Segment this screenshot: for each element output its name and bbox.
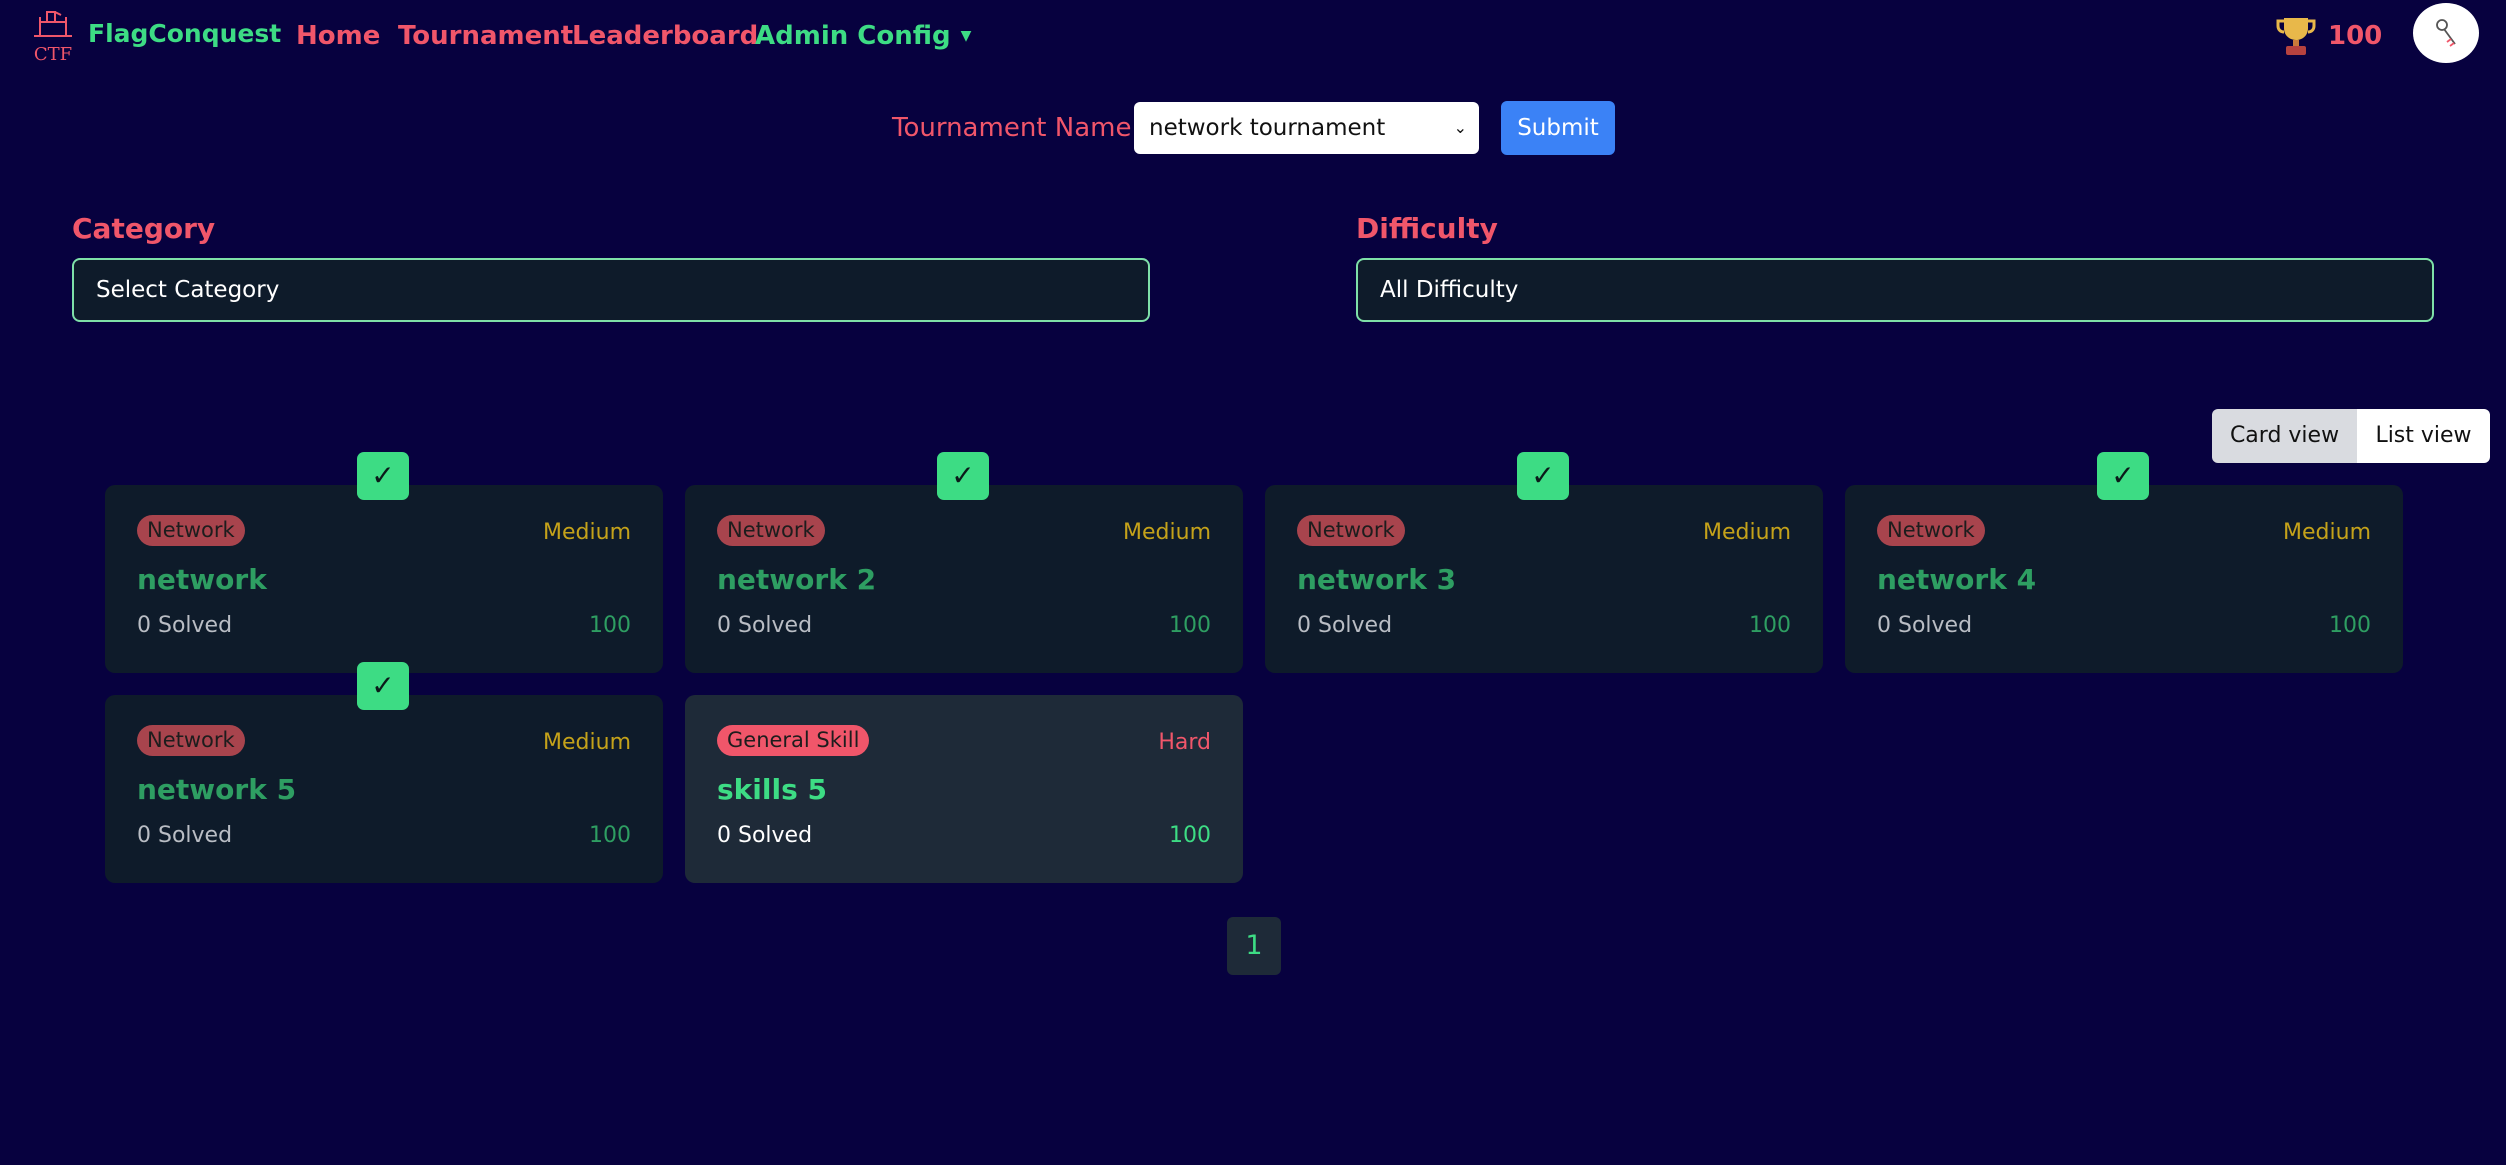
tournament-select[interactable]: network tournament ⌄ — [1134, 102, 1479, 154]
check-icon: ✓ — [1517, 452, 1569, 500]
difficulty-label: Medium — [2283, 520, 2371, 545]
card-view-button[interactable]: Card view — [2212, 409, 2357, 463]
trophy-icon — [2276, 18, 2316, 55]
challenge-title: skills 5 — [717, 773, 827, 806]
solved-count: 0 Solved — [1877, 613, 1973, 638]
nav-admin-config[interactable]: Admin Config ▼ — [755, 21, 971, 51]
navbar: CTF FlagConquest Home Tournament Leaderb… — [0, 0, 2506, 74]
challenge-points: 100 — [589, 823, 631, 848]
challenge-card[interactable]: Network Medium network 3 0 Solved 100 — [1265, 485, 1823, 673]
category-tag: Network — [1297, 515, 1405, 546]
caret-down-icon: ▼ — [960, 28, 972, 44]
challenge-points: 100 — [589, 613, 631, 638]
solved-count: 0 Solved — [137, 613, 233, 638]
category-tag: Network — [1877, 515, 1985, 546]
pagination-page-1[interactable]: 1 — [1227, 917, 1281, 975]
difficulty-label: Medium — [1703, 520, 1791, 545]
nav-admin-config-label: Admin Config — [755, 21, 951, 51]
challenge-points: 100 — [2329, 613, 2371, 638]
challenge-title: network — [137, 563, 267, 596]
solved-count: 0 Solved — [717, 613, 813, 638]
svg-text:CTF: CTF — [34, 44, 72, 64]
check-icon: ✓ — [357, 452, 409, 500]
challenge-points: 100 — [1749, 613, 1791, 638]
challenge-points: 100 — [1169, 613, 1211, 638]
difficulty-label: Hard — [1158, 730, 1211, 755]
avatar[interactable] — [2413, 3, 2479, 63]
brand-name[interactable]: FlagConquest — [88, 19, 281, 48]
challenge-title: network 2 — [717, 563, 877, 596]
challenge-card[interactable]: Network Medium network 0 Solved 100 — [105, 485, 663, 673]
check-icon: ✓ — [937, 452, 989, 500]
category-tag: General Skill — [717, 725, 870, 756]
difficulty-select[interactable]: All Difficulty — [1356, 258, 2434, 322]
chevron-down-icon: ⌄ — [1453, 118, 1467, 137]
user-score: 100 — [2328, 21, 2383, 51]
submit-button[interactable]: Submit — [1501, 101, 1615, 155]
challenge-title: network 4 — [1877, 563, 2037, 596]
challenge-card[interactable]: General Skill Hard skills 5 0 Solved 100 — [685, 695, 1243, 883]
solved-count: 0 Solved — [1297, 613, 1393, 638]
challenge-title: network 5 — [137, 773, 297, 806]
challenge-points: 100 — [1169, 823, 1211, 848]
challenge-card[interactable]: Network Medium network 4 0 Solved 100 — [1845, 485, 2403, 673]
solved-count: 0 Solved — [717, 823, 813, 848]
difficulty-label: Medium — [543, 730, 631, 755]
challenge-card[interactable]: Network Medium network 5 0 Solved 100 — [105, 695, 663, 883]
challenge-card[interactable]: Network Medium network 2 0 Solved 100 — [685, 485, 1243, 673]
tournament-select-value: network tournament — [1149, 115, 1386, 141]
tournament-name-label: Tournament Name: — [892, 113, 1141, 143]
view-toggle: Card view List view — [2212, 409, 2490, 463]
category-tag: Network — [717, 515, 825, 546]
list-view-button[interactable]: List view — [2357, 409, 2490, 463]
nav-home[interactable]: Home — [296, 21, 380, 51]
category-select[interactable]: Select Category — [72, 258, 1150, 322]
user-key-icon — [2436, 19, 2456, 47]
category-tag: Network — [137, 725, 245, 756]
solved-count: 0 Solved — [137, 823, 233, 848]
category-tag: Network — [137, 515, 245, 546]
check-icon: ✓ — [2097, 452, 2149, 500]
difficulty-label: Medium — [1123, 520, 1211, 545]
nav-tournament[interactable]: Tournament — [398, 21, 573, 51]
check-icon: ✓ — [357, 662, 409, 710]
category-label: Category — [72, 212, 216, 245]
castle-ctf-icon[interactable]: CTF — [28, 8, 78, 64]
difficulty-label: Difficulty — [1356, 212, 1498, 245]
challenge-title: network 3 — [1297, 563, 1457, 596]
nav-leaderboard[interactable]: Leaderboard — [572, 21, 758, 51]
difficulty-label: Medium — [543, 520, 631, 545]
